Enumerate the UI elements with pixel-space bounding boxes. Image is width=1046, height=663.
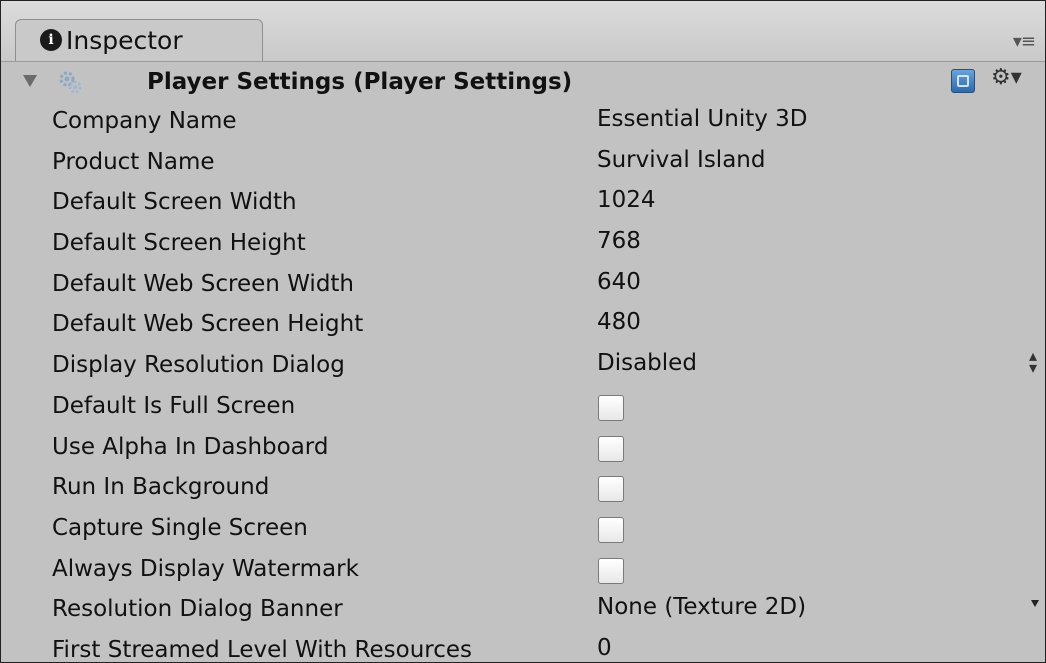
property-label: Company Name xyxy=(52,108,237,134)
property-label: First Streamed Level With Resources xyxy=(52,636,473,663)
tab-label: Inspector xyxy=(66,26,183,55)
foldout-arrow-icon[interactable] xyxy=(23,75,37,87)
property-row-display-resolution-dialog: Display Resolution Dialog Disabled ▴ ▾ xyxy=(1,346,1045,387)
property-label: Default Web Screen Height xyxy=(52,311,364,338)
display-resolution-dialog-select[interactable]: Disabled xyxy=(597,350,697,376)
panel-menu-icon[interactable]: ▾≡ xyxy=(1013,31,1036,52)
use-alpha-in-dashboard-checkbox[interactable] xyxy=(598,435,624,462)
object-picker-arrow-icon[interactable] xyxy=(1031,600,1039,608)
default-screen-width-field[interactable]: 1024 xyxy=(597,187,656,213)
property-label: Default Web Screen Width xyxy=(52,270,355,297)
property-row-first-streamed-level: First Streamed Level With Resources 0 xyxy=(1,631,1045,663)
property-label: Resolution Dialog Banner xyxy=(52,596,343,623)
property-label: Always Display Watermark xyxy=(52,555,359,582)
property-row-run-in-background: Run In Background xyxy=(1,468,1045,509)
property-label: Product Name xyxy=(52,148,215,175)
default-is-full-screen-checkbox[interactable] xyxy=(598,394,624,421)
product-name-field[interactable]: Survival Island xyxy=(597,147,765,173)
property-row-resolution-dialog-banner: Resolution Dialog Banner None (Texture 2… xyxy=(1,590,1045,631)
tab-bar: i Inspector ▾≡ xyxy=(1,1,1045,62)
property-row-capture-single-screen: Capture Single Screen xyxy=(1,509,1045,550)
default-web-screen-height-field[interactable]: 480 xyxy=(597,309,641,335)
property-row-always-display-watermark: Always Display Watermark xyxy=(1,550,1045,591)
component-header: Player Settings (Player Settings) ⚙▾ xyxy=(1,61,1045,101)
run-in-background-checkbox[interactable] xyxy=(598,476,624,503)
always-display-watermark-checkbox[interactable] xyxy=(598,557,624,584)
property-row-default-web-screen-width: Default Web Screen Width 640 xyxy=(1,265,1045,306)
property-row-product-name: Product Name Survival Island xyxy=(1,143,1045,184)
select-arrows-icon[interactable]: ▴ ▾ xyxy=(1029,348,1037,376)
property-row-default-screen-width: Default Screen Width 1024 xyxy=(1,183,1045,224)
default-screen-height-field[interactable]: 768 xyxy=(597,228,641,254)
property-row-default-screen-height: Default Screen Height 768 xyxy=(1,224,1045,265)
property-row-company-name: Company Name Essential Unity 3D xyxy=(1,102,1045,143)
tab-inspector[interactable]: i Inspector xyxy=(15,19,263,61)
help-icon[interactable] xyxy=(951,69,975,93)
settings-icon xyxy=(59,71,82,94)
property-label: Default Screen Width xyxy=(52,189,297,216)
property-label: Capture Single Screen xyxy=(52,514,308,541)
property-row-default-is-full-screen: Default Is Full Screen xyxy=(1,387,1045,428)
inspector-window: i Inspector ▾≡ Player Settings (Player S… xyxy=(0,0,1046,663)
property-row-default-web-screen-height: Default Web Screen Height 480 xyxy=(1,305,1045,346)
component-title: Player Settings (Player Settings) xyxy=(147,69,573,95)
property-label: Run In Background xyxy=(52,474,270,501)
default-web-screen-width-field[interactable]: 640 xyxy=(597,269,641,295)
property-label: Default Is Full Screen xyxy=(52,392,296,419)
property-label: Display Resolution Dialog xyxy=(52,352,345,379)
first-streamed-level-field[interactable]: 0 xyxy=(597,635,612,661)
company-name-field[interactable]: Essential Unity 3D xyxy=(597,106,808,132)
property-list: Company Name Essential Unity 3D Product … xyxy=(1,102,1045,663)
info-icon: i xyxy=(40,29,62,51)
resolution-dialog-banner-field[interactable]: None (Texture 2D) xyxy=(597,594,806,620)
property-row-use-alpha-in-dashboard: Use Alpha In Dashboard xyxy=(1,428,1045,469)
property-label: Use Alpha In Dashboard xyxy=(52,433,329,460)
capture-single-screen-checkbox[interactable] xyxy=(598,516,624,543)
property-label: Default Screen Height xyxy=(52,230,306,257)
gear-menu-icon[interactable]: ⚙▾ xyxy=(991,65,1022,90)
